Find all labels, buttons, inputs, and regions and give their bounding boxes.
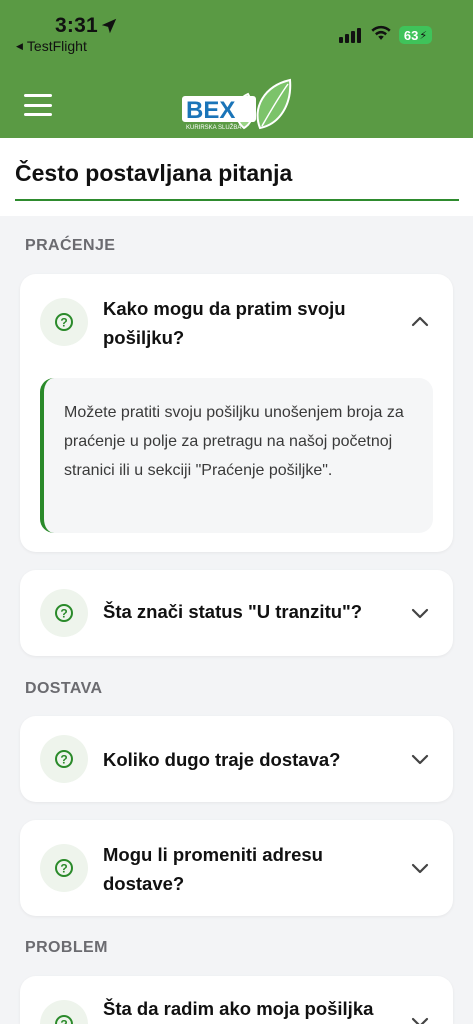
faq-item-expanded: ? Kako mogu da pratim svoju pošiljku? Mo… xyxy=(20,274,453,552)
status-time: 3:31 xyxy=(55,14,98,37)
status-bar: 3:31 ◀ TestFlight 63 ⚡ xyxy=(0,0,473,62)
battery-indicator: 63 ⚡ xyxy=(399,26,432,44)
faq-question-toggle[interactable]: ? Kako mogu da pratim svoju pošiljku? xyxy=(20,274,453,370)
back-to-app[interactable]: ◀ TestFlight xyxy=(16,38,87,54)
question-circle-icon: ? xyxy=(40,1000,88,1024)
svg-text:?: ? xyxy=(60,316,67,330)
chevron-down-icon xyxy=(411,608,429,619)
logo-text: BEX xyxy=(186,97,235,124)
faq-question: Šta da radim ako moja pošiljka xyxy=(103,998,374,1019)
chevron-down-icon xyxy=(411,754,429,765)
svg-text:?: ? xyxy=(60,1018,67,1024)
faq-item[interactable]: ? Koliko dugo traje dostava? xyxy=(20,716,453,802)
faq-question: Koliko dugo traje dostava? xyxy=(103,749,341,770)
battery-level: 63 xyxy=(403,27,419,43)
page-title: Često postavljana pitanja xyxy=(15,160,293,186)
faq-item[interactable]: ? Šta znači status "U tranzitu"? xyxy=(20,570,453,656)
bex-logo: BEX KURIRSKA SLUŽBA xyxy=(182,78,292,131)
faq-answer: Možete pratiti svoju pošiljku unošenjem … xyxy=(40,378,433,533)
chevron-up-icon xyxy=(411,316,429,327)
faq-question: Šta znači status "U tranzitu"? xyxy=(103,601,363,622)
hamburger-icon-bar xyxy=(24,94,52,97)
question-circle-icon: ? xyxy=(40,735,88,783)
back-triangle-icon: ◀ xyxy=(16,40,23,51)
question-circle-icon: ? xyxy=(40,844,88,892)
logo-subtitle: KURIRSKA SLUŽBA xyxy=(186,123,241,131)
section-title-problem: PROBLEM xyxy=(25,939,108,956)
location-arrow-icon xyxy=(101,18,117,34)
charging-bolt-icon: ⚡ xyxy=(419,29,428,42)
hamburger-icon-bar xyxy=(24,113,52,116)
wifi-icon xyxy=(371,25,391,40)
question-circle-icon: ? xyxy=(40,589,88,637)
faq-item[interactable]: ? Mogu li promeniti adresu dostave? xyxy=(20,820,453,916)
chevron-down-icon xyxy=(411,1017,429,1024)
menu-button[interactable] xyxy=(24,94,52,116)
svg-text:?: ? xyxy=(60,862,67,876)
section-title-dostava: DOSTAVA xyxy=(25,680,103,697)
faq-item[interactable]: ? Šta da radim ako moja pošiljka xyxy=(20,976,453,1024)
hamburger-icon-bar xyxy=(24,103,52,107)
cellular-signal-icon xyxy=(339,27,361,43)
faq-question: Mogu li promeniti adresu dostave? xyxy=(103,844,323,894)
chevron-down-icon xyxy=(411,863,429,874)
faq-question: Kako mogu da pratim svoju pošiljku? xyxy=(103,298,346,348)
back-app-label: TestFlight xyxy=(26,38,87,54)
title-underline xyxy=(15,199,459,201)
svg-text:?: ? xyxy=(60,607,67,621)
question-circle-icon: ? xyxy=(40,298,88,346)
section-title-pracenje: PRAĆENJE xyxy=(25,237,116,254)
svg-text:?: ? xyxy=(60,753,67,767)
